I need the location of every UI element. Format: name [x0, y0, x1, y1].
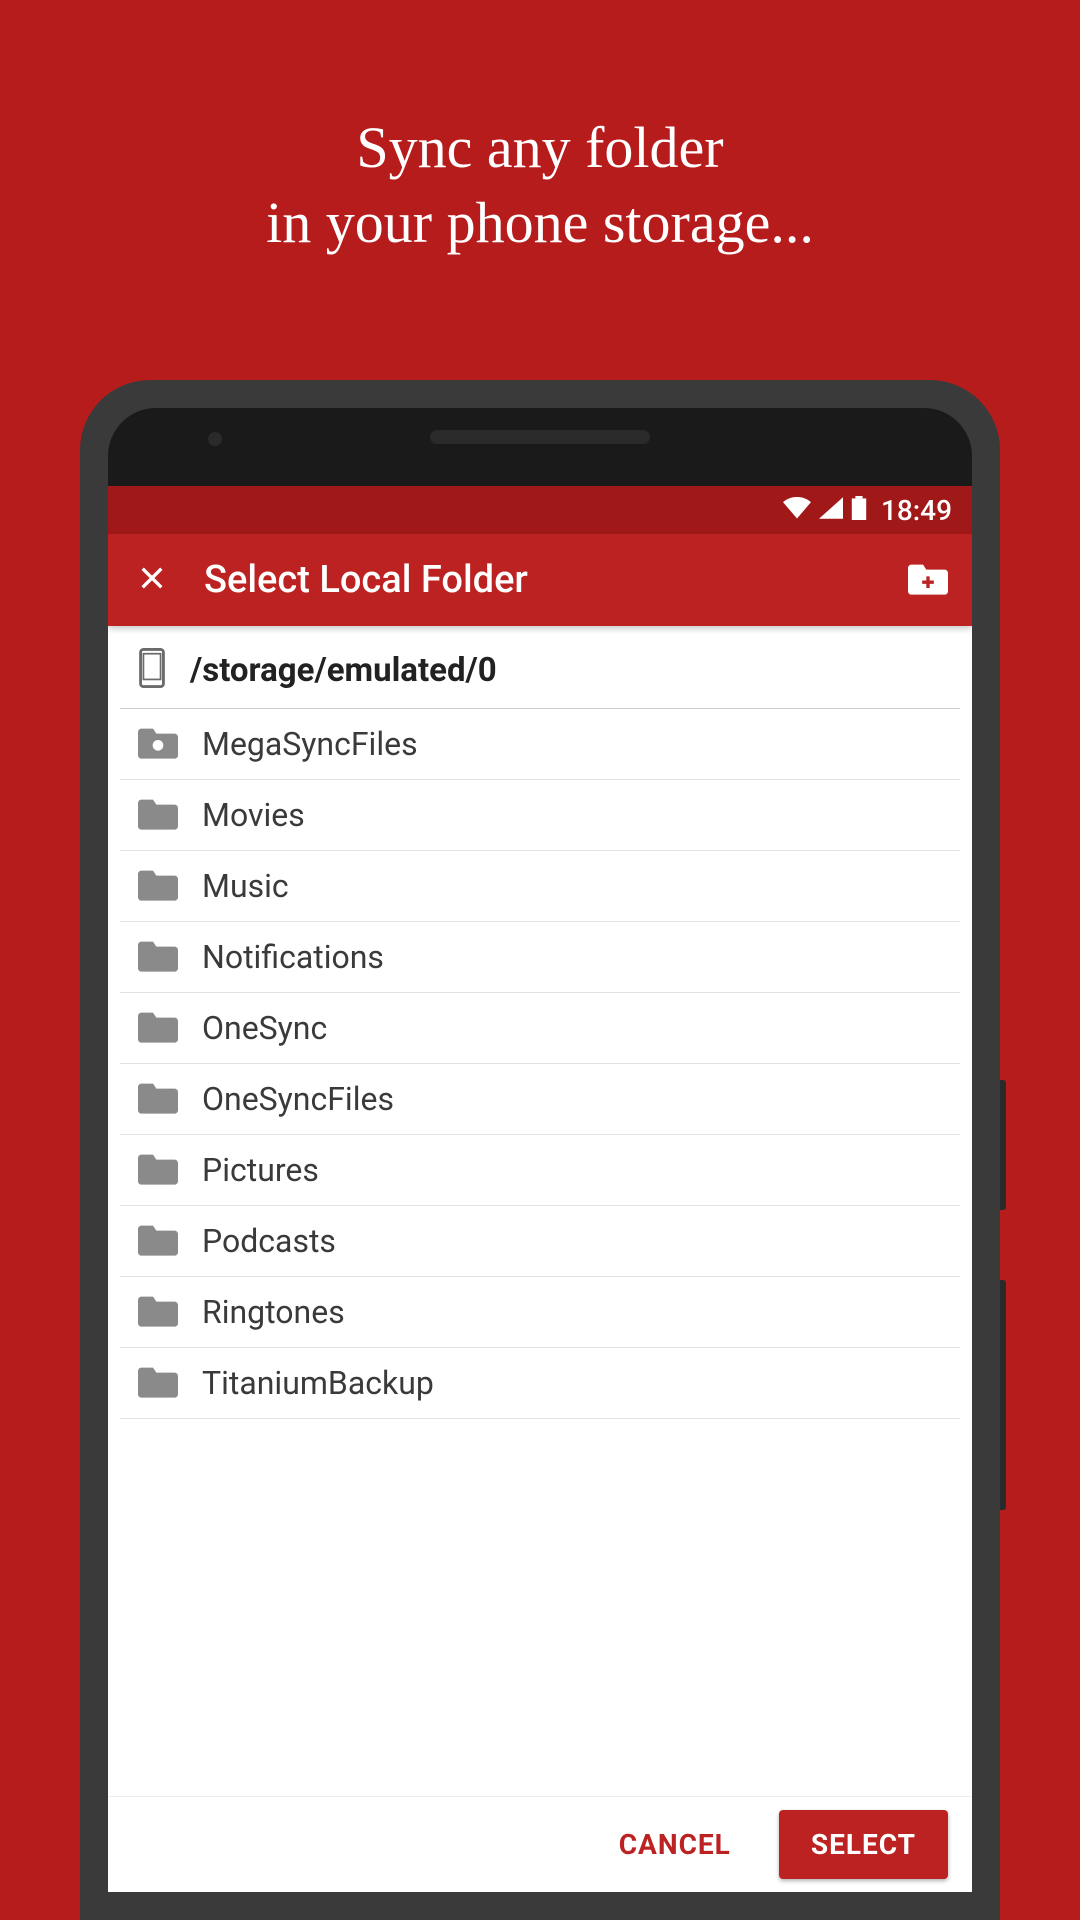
- new-folder-icon: [908, 561, 948, 599]
- folder-label: OneSyncFiles: [202, 1080, 394, 1118]
- folder-label: Movies: [202, 796, 305, 834]
- phone-side-button: [1000, 1280, 1006, 1510]
- folder-item[interactable]: Podcasts: [120, 1206, 960, 1277]
- camera-folder-icon: [138, 725, 178, 763]
- folder-item[interactable]: OneSyncFiles: [120, 1064, 960, 1135]
- folder-icon: [138, 1151, 178, 1189]
- folder-icon: [138, 1009, 178, 1047]
- folder-item[interactable]: TitaniumBackup: [120, 1348, 960, 1419]
- folder-label: Podcasts: [202, 1222, 336, 1260]
- folder-item[interactable]: MegaSyncFiles: [120, 709, 960, 780]
- select-button[interactable]: SELECT: [779, 1810, 948, 1879]
- folder-label: TitaniumBackup: [202, 1364, 434, 1402]
- path-bar[interactable]: /storage/emulated/0: [120, 626, 960, 709]
- wifi-icon: [783, 497, 811, 523]
- folder-icon: [138, 867, 178, 905]
- promo-line1: Sync any folder: [0, 110, 1080, 185]
- folder-list[interactable]: MegaSyncFiles Movies Music Notifications One…: [108, 709, 972, 1796]
- promo-heading: Sync any folder in your phone storage...: [0, 0, 1080, 261]
- folder-icon: [138, 1222, 178, 1260]
- phone-frame: 18:49 Select Local Folder: [80, 380, 1000, 1920]
- folder-label: Pictures: [202, 1151, 319, 1189]
- app-bar: Select Local Folder: [108, 534, 972, 626]
- folder-icon: [138, 1364, 178, 1402]
- status-bar: 18:49: [108, 486, 972, 534]
- folder-label: Ringtones: [202, 1293, 345, 1331]
- folder-item[interactable]: Music: [120, 851, 960, 922]
- current-path: /storage/emulated/0: [190, 651, 497, 690]
- folder-label: OneSync: [202, 1009, 327, 1047]
- bottom-action-bar: CANCEL SELECT: [108, 1796, 972, 1892]
- folder-item[interactable]: Pictures: [120, 1135, 960, 1206]
- phone-inner: 18:49 Select Local Folder: [108, 408, 972, 1892]
- phone-screen: 18:49 Select Local Folder: [108, 486, 972, 1892]
- folder-label: Music: [202, 867, 289, 905]
- promo-line2: in your phone storage...: [0, 185, 1080, 260]
- folder-icon: [138, 1080, 178, 1118]
- signal-icon: [819, 497, 843, 523]
- content-area: /storage/emulated/0 MegaSyncFilesMoviesM…: [108, 626, 972, 1796]
- close-button[interactable]: [128, 556, 176, 604]
- folder-item[interactable]: Notifications: [120, 922, 960, 993]
- folder-icon: [138, 1293, 178, 1331]
- phone-camera: [208, 432, 222, 446]
- folder-icon: [138, 796, 178, 834]
- new-folder-button[interactable]: [904, 556, 952, 604]
- close-icon: [136, 562, 168, 598]
- folder-item[interactable]: Ringtones: [120, 1277, 960, 1348]
- phone-icon: [138, 648, 166, 692]
- folder-label: MegaSyncFiles: [202, 725, 418, 763]
- cancel-button[interactable]: CANCEL: [601, 1814, 749, 1875]
- app-bar-title: Select Local Folder: [204, 558, 904, 602]
- phone-side-button: [1000, 1080, 1006, 1210]
- folder-label: Notifications: [202, 938, 384, 976]
- folder-icon: [138, 938, 178, 976]
- folder-item[interactable]: Movies: [120, 780, 960, 851]
- battery-icon: [851, 496, 867, 524]
- status-time: 18:49: [881, 494, 952, 527]
- phone-speaker: [430, 430, 650, 444]
- folder-item[interactable]: OneSync: [120, 993, 960, 1064]
